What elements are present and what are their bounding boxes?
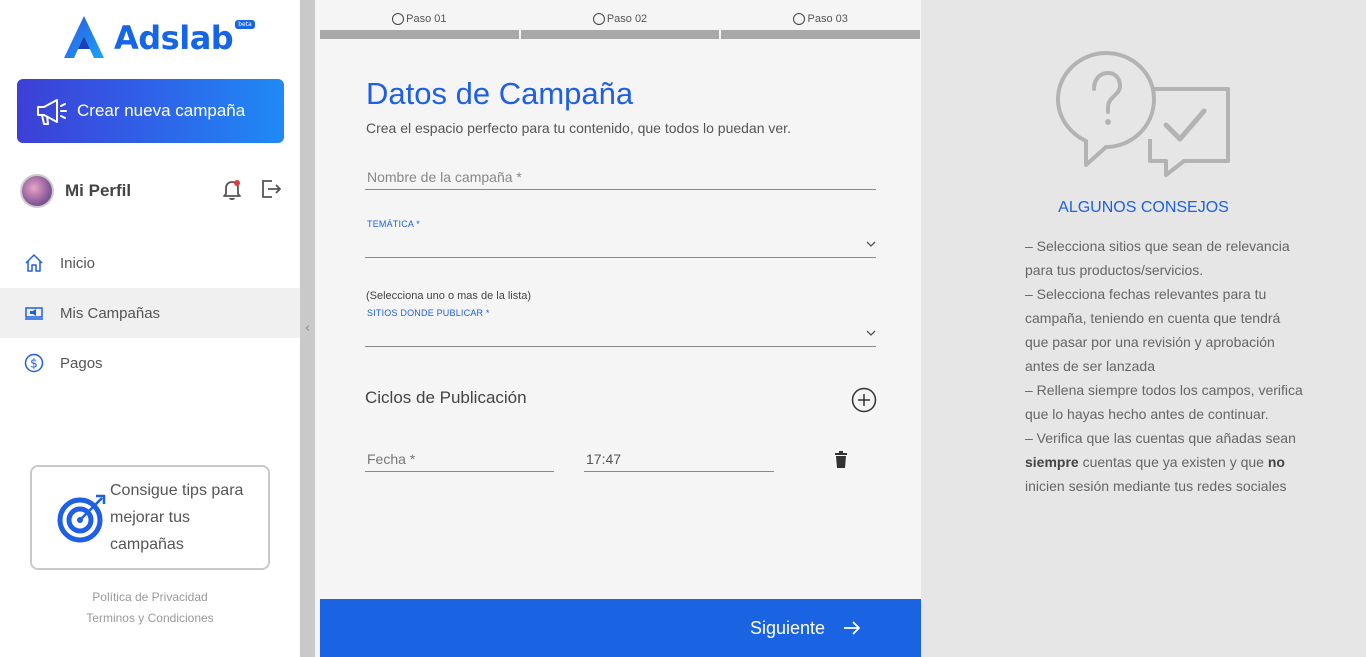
dollar-icon: $ xyxy=(24,353,44,373)
sidebar-item-mis-campanas[interactable]: Mis Campañas xyxy=(0,288,300,338)
chevron-down-icon xyxy=(866,330,876,336)
tip-text: cuentas que ya existen y que xyxy=(1078,454,1268,470)
logo-icon xyxy=(64,16,104,58)
sidebar-item-label: Pagos xyxy=(60,354,103,372)
step-radio-icon xyxy=(793,13,806,25)
brand-logo[interactable]: Adslab beta xyxy=(60,14,255,62)
tips-panel: ALGUNOS CONSEJOS – Selecciona sitios que… xyxy=(921,0,1366,657)
cycle-time-field xyxy=(584,448,774,472)
step-bar xyxy=(520,30,720,39)
sidebar-nav: Inicio Mis Campañas $ Pagos xyxy=(0,238,300,388)
chevron-left-icon: ‹ xyxy=(304,321,311,336)
bell-icon[interactable] xyxy=(222,179,242,201)
sidebar: Adslab beta Crear nueva campaña Mi Perfi… xyxy=(0,0,300,657)
sidebar-collapse-handle[interactable]: ‹ xyxy=(300,0,315,657)
add-cycle-button[interactable] xyxy=(851,387,877,413)
stepper: Paso 01 Paso 02 Paso 03 xyxy=(320,10,921,39)
megaphone-icon xyxy=(37,99,67,125)
tip-emphasis: no xyxy=(1267,454,1285,470)
theme-label: TEMÁTICA * xyxy=(367,219,421,229)
campaign-icon xyxy=(25,307,43,320)
new-campaign-label: Crear nueva campaña xyxy=(77,101,246,120)
step-label: Paso 01 xyxy=(406,13,447,25)
step-bar xyxy=(721,30,921,39)
form-title: Datos de Campaña xyxy=(366,76,634,111)
form-subtitle: Crea el espacio perfecto para tu conteni… xyxy=(366,120,791,136)
campaign-form: Paso 01 Paso 02 Paso 03 Datos de Campaña… xyxy=(315,0,921,657)
tip-emphasis: siempre xyxy=(1025,454,1079,470)
step-bar xyxy=(320,30,519,39)
sidebar-item-inicio[interactable]: Inicio xyxy=(0,238,300,288)
tips-list: – Selecciona sitios que sean de relevanc… xyxy=(1025,234,1305,498)
sites-label: SITIOS DONDE PUBLICAR * xyxy=(367,308,490,318)
sidebar-item-label: Inicio xyxy=(60,254,96,272)
delete-cycle-icon[interactable] xyxy=(834,451,848,469)
profile: Mi Perfil xyxy=(20,173,282,209)
theme-select[interactable] xyxy=(365,232,876,258)
target-icon xyxy=(57,494,106,542)
campaign-name-field xyxy=(365,165,876,190)
brand-badge: beta xyxy=(235,19,255,29)
avatar[interactable] xyxy=(20,174,54,208)
svg-text:$: $ xyxy=(30,357,38,371)
step-1: Paso 01 xyxy=(320,10,519,39)
profile-name[interactable]: Mi Perfil xyxy=(65,181,131,201)
privacy-link[interactable]: Política de Privacidad xyxy=(0,587,300,608)
next-button-label: Siguiente xyxy=(749,617,825,638)
brand-name: Adslab xyxy=(114,19,234,57)
footer-links: Política de Privacidad Terminos y Condic… xyxy=(0,587,300,629)
tips-card-label: Consigue tips para mejorar tus campañas xyxy=(110,482,244,553)
sites-select[interactable] xyxy=(365,321,876,347)
tip-item: – Selecciona sitios que sean de relevanc… xyxy=(1025,238,1290,278)
tip-item: – Verifica que las cuentas que añadas se… xyxy=(1025,426,1305,498)
step-label: Paso 03 xyxy=(807,13,848,25)
step-radio-icon xyxy=(392,13,405,25)
chevron-down-icon xyxy=(866,241,876,247)
campaign-name-input[interactable] xyxy=(365,165,876,189)
step-label: Paso 02 xyxy=(606,13,648,25)
new-campaign-button[interactable]: Crear nueva campaña xyxy=(17,79,284,143)
cycle-date-field xyxy=(365,448,554,472)
tip-item: – Rellena siempre todos los campos, veri… xyxy=(1025,382,1303,422)
step-radio-icon xyxy=(592,13,605,25)
sidebar-item-label: Mis Campañas xyxy=(60,304,161,322)
cycle-time-input[interactable] xyxy=(584,448,774,471)
home-icon xyxy=(25,254,43,272)
sidebar-item-pagos[interactable]: $ Pagos xyxy=(0,338,300,388)
sites-hint: (Selecciona uno o mas de la lista) xyxy=(366,290,532,302)
question-chat-icon xyxy=(1056,51,1230,177)
next-button[interactable]: Siguiente xyxy=(320,599,921,657)
tip-item: – Selecciona fechas relevantes para tu c… xyxy=(1025,286,1281,374)
arrow-right-icon xyxy=(844,621,860,635)
step-3: Paso 03 xyxy=(721,10,921,39)
tips-heading: ALGUNOS CONSEJOS xyxy=(1058,199,1229,216)
step-2: Paso 02 xyxy=(520,10,720,39)
logout-icon[interactable] xyxy=(260,178,282,200)
cycles-title: Ciclos de Publicación xyxy=(365,388,527,407)
tip-text: – Verifica que las cuentas que añadas se… xyxy=(1025,430,1296,446)
tips-card[interactable]: Consigue tips para mejorar tus campañas xyxy=(30,465,270,570)
terms-link[interactable]: Terminos y Condiciones xyxy=(0,608,300,629)
tip-text: inicien sesión mediante tus redes social… xyxy=(1025,478,1287,494)
cycle-date-input[interactable] xyxy=(365,448,554,471)
